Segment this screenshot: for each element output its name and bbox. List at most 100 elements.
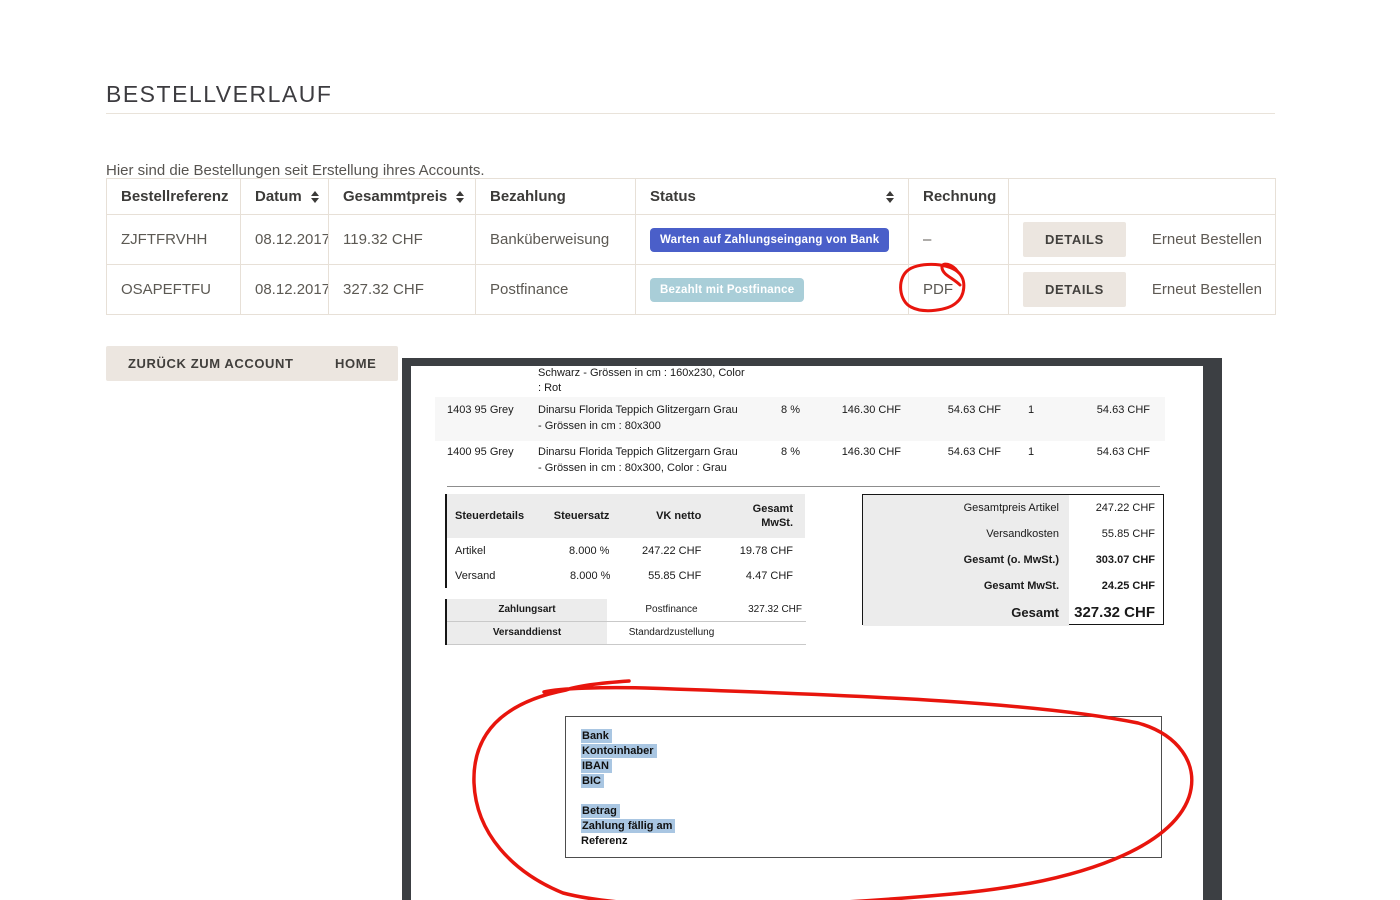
product-variant: - Grössen in cm : 80x300: [538, 420, 661, 432]
carrier-label: Versanddienst: [447, 622, 607, 644]
pdf-link[interactable]: PDF: [923, 281, 953, 298]
order-reference: ZJFTFRVHH: [106, 214, 241, 265]
product-price: 54.63 CHF: [947, 404, 1001, 416]
product-carryover-line: : Rot: [538, 382, 562, 394]
sort-icon[interactable]: [886, 190, 894, 203]
order-reference: OSAPEFTFU: [106, 264, 241, 315]
order-actions-cell: DETAILS Erneut Bestellen: [1008, 264, 1276, 315]
totals-value: 303.07 CHF: [1095, 554, 1155, 566]
tax-details-table: Steuerdetails Steuersatz VK netto Gesamt…: [445, 494, 806, 588]
totals-label: Gesamt: [863, 599, 1069, 626]
tax-cell: 8.000 %: [570, 569, 611, 582]
product-ref: 1403 95 Grey: [447, 404, 514, 416]
order-payment: Postfinance: [475, 264, 636, 315]
order-total: 119.32 CHF: [328, 214, 476, 265]
product-unit-price: 146.30 CHF: [841, 404, 901, 416]
order-row: ZJFTFRVHH 08.12.2017 119.32 CHF Banküber…: [106, 214, 1276, 265]
header-date-label: Datum: [255, 188, 302, 205]
payment-row: Zahlungsart Postfinance 327.32 CHF: [447, 599, 806, 622]
product-tax: 8 %: [781, 404, 800, 416]
status-badge: Bezahlt mit Postfinance: [650, 277, 805, 302]
totals-row: Gesamt MwSt. 24.25 CHF: [863, 573, 1163, 599]
bank-field-label: IBAN: [581, 759, 612, 773]
bank-field: Betrag: [581, 804, 1161, 819]
carrier-row: Versanddienst Standardzustellung: [447, 622, 806, 645]
order-row: OSAPEFTFU 08.12.2017 327.32 CHF Postfina…: [106, 264, 1276, 315]
totals-value: 24.25 CHF: [1101, 580, 1155, 592]
payment-amount: 327.32 CHF: [748, 604, 802, 615]
bank-field-label: Kontoinhaber: [581, 744, 657, 758]
sort-icon[interactable]: [456, 190, 465, 203]
status-badge: Warten auf Zahlungseingang von Bank: [650, 227, 890, 252]
totals-grand-row: Gesamt 327.32 CHF: [863, 599, 1163, 626]
totals-row: Gesamt (o. MwSt.) 303.07 CHF: [863, 547, 1163, 573]
tax-header: Steuerdetails: [446, 494, 552, 538]
product-price: 54.63 CHF: [947, 446, 1001, 458]
product-name: Dinarsu Florida Teppich Glitzergarn Grau: [538, 446, 738, 458]
bank-field: BIC: [581, 774, 1161, 789]
title-divider: [106, 113, 1275, 114]
bank-details-box: Bank Kontoinhaber IBAN BIC Betrag Zahlun…: [565, 716, 1162, 858]
header-actions: [1008, 178, 1276, 215]
bank-field: Referenz: [581, 834, 1161, 849]
totals-row: Gesamtpreis Artikel 247.22 CHF: [863, 495, 1163, 521]
tax-cell: 4.47 CHF: [745, 569, 793, 582]
tax-cell: Versand: [455, 569, 496, 582]
order-date: 08.12.2017: [240, 214, 329, 265]
payment-summary-table: Zahlungsart Postfinance 327.32 CHF Versa…: [445, 599, 806, 645]
header-date[interactable]: Datum: [240, 178, 329, 215]
header-total[interactable]: Gesammtpreis: [328, 178, 476, 215]
reorder-link[interactable]: Erneut Bestellen: [1152, 231, 1262, 248]
reorder-link[interactable]: Erneut Bestellen: [1152, 281, 1262, 298]
tax-header-row: Steuerdetails Steuersatz VK netto Gesamt…: [446, 494, 805, 538]
order-invoice-cell: PDF: [908, 264, 1009, 315]
home-button[interactable]: HOME: [313, 346, 399, 381]
tax-cell: 247.22 CHF: [641, 544, 702, 557]
products-divider: [447, 486, 1160, 487]
pdf-viewer[interactable]: Schwarz - Grössen in cm : 160x230, Color…: [402, 358, 1222, 900]
details-button[interactable]: DETAILS: [1023, 222, 1126, 257]
bank-field: Bank: [581, 729, 1161, 744]
sort-icon[interactable]: [310, 190, 319, 203]
totals-value: 327.32 CHF: [1074, 603, 1155, 621]
bank-field: Kontoinhaber: [581, 744, 1161, 759]
bank-field-label: Bank: [581, 729, 612, 743]
product-tax: 8 %: [781, 446, 800, 458]
header-total-label: Gesammtpreis: [343, 188, 448, 205]
header-invoice: Rechnung: [908, 178, 1009, 215]
tax-cell: Artikel: [455, 544, 486, 557]
bank-field-label: Referenz: [581, 835, 628, 847]
totals-value: 55.85 CHF: [1101, 528, 1155, 540]
tax-cell: 8.000 %: [569, 544, 610, 557]
product-carryover-line: Schwarz - Grössen in cm : 160x230, Color: [538, 367, 745, 379]
totals-label: Versandkosten: [863, 521, 1069, 547]
header-status[interactable]: Status: [635, 178, 909, 215]
payment-method-value: Postfinance: [645, 604, 698, 615]
page-title: BESTELLVERLAUF: [106, 81, 333, 108]
totals-label: Gesamtpreis Artikel: [863, 495, 1069, 521]
tax-cell: 19.78 CHF: [739, 544, 793, 557]
tax-header: Gesamt MwSt.: [702, 494, 805, 538]
product-ref: 1400 95 Grey: [447, 446, 514, 458]
order-payment: Banküberweisung: [475, 214, 636, 265]
details-button[interactable]: DETAILS: [1023, 272, 1126, 307]
back-to-account-button[interactable]: ZURÜCK ZUM ACCOUNT: [106, 346, 316, 381]
order-status-cell: Bezahlt mit Postfinance: [635, 264, 909, 315]
header-reference-label: Bestellreferenz: [121, 188, 229, 205]
payment-method-label: Zahlungsart: [447, 599, 607, 621]
pdf-invoice-page: Schwarz - Grössen in cm : 160x230, Color…: [411, 366, 1203, 900]
order-date: 08.12.2017: [240, 264, 329, 315]
page-subtitle: Hier sind die Bestellungen seit Erstellu…: [106, 162, 485, 179]
orders-table: Bestellreferenz Datum Gesammtpreis Bezah…: [106, 178, 1276, 315]
product-total: 54.63 CHF: [1096, 446, 1150, 458]
bank-field: Zahlung fällig am: [581, 819, 1161, 834]
order-actions-cell: DETAILS Erneut Bestellen: [1008, 214, 1276, 265]
tax-cell: 55.85 CHF: [648, 569, 702, 582]
bank-field: IBAN: [581, 759, 1161, 774]
totals-row: Versandkosten 55.85 CHF: [863, 521, 1163, 547]
tax-header: VK netto: [611, 494, 703, 538]
order-status-cell: Warten auf Zahlungseingang von Bank: [635, 214, 909, 265]
product-name: Dinarsu Florida Teppich Glitzergarn Grau: [538, 404, 738, 416]
bank-spacer: [566, 789, 1161, 804]
header-invoice-label: Rechnung: [923, 188, 997, 205]
